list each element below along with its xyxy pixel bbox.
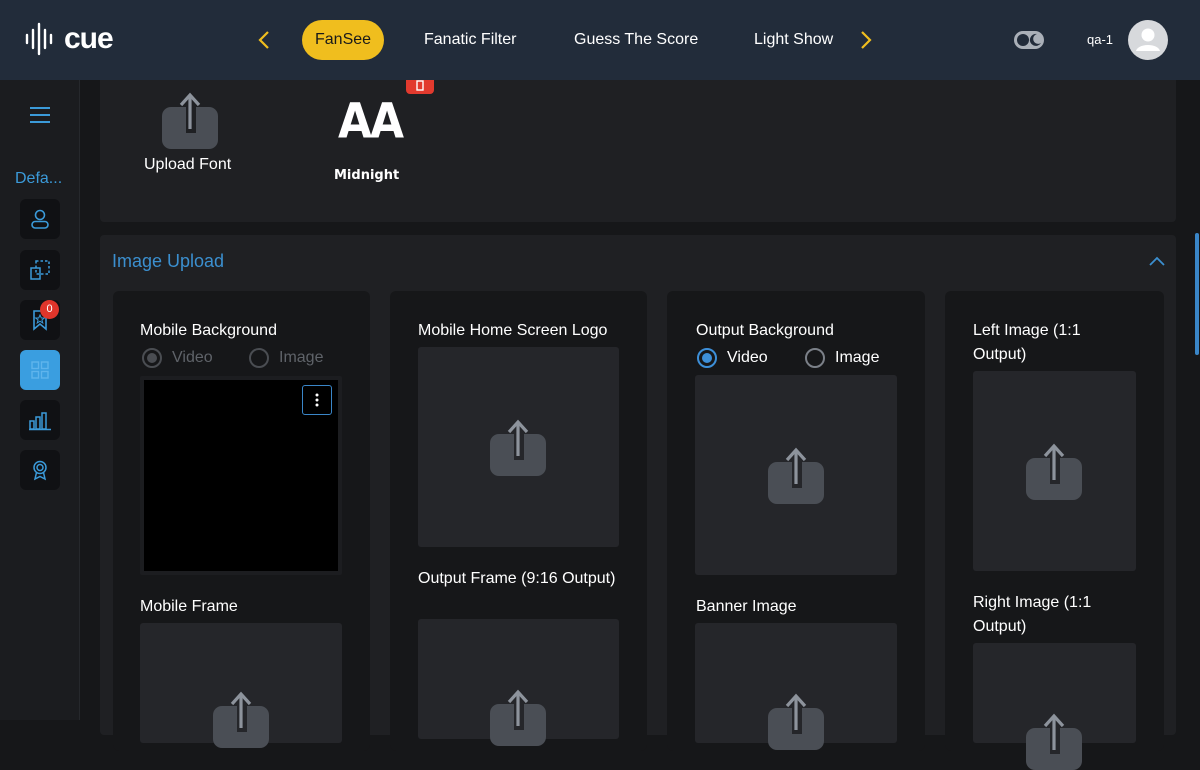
moon-icon <box>1017 33 1041 46</box>
scrollbar-thumb[interactable] <box>1195 233 1199 355</box>
tab-fansee[interactable]: FanSee <box>302 20 385 60</box>
sidebar-item-layout[interactable] <box>20 250 60 290</box>
font-preview[interactable]: AA <box>338 93 404 149</box>
sidebar-item-user[interactable] <box>20 199 60 239</box>
notification-badge: 0 <box>40 300 59 319</box>
upload-icon <box>490 689 546 746</box>
app-logo[interactable]: cue <box>24 22 114 56</box>
sidebar-item-awards[interactable] <box>20 450 60 490</box>
radio-label: Image <box>279 349 324 366</box>
tab-light-show[interactable]: Light Show <box>741 20 846 60</box>
bar-chart-icon <box>29 412 51 431</box>
output-frame-label: Output Frame (9:16 Output) <box>418 570 616 587</box>
mobile-bg-video-radio[interactable]: Video <box>142 348 213 368</box>
sidebar-item-analytics[interactable] <box>20 400 60 440</box>
avatar[interactable] <box>1128 20 1168 60</box>
radio-label: Video <box>727 349 768 366</box>
user-icon <box>1136 28 1160 51</box>
radio-button[interactable] <box>697 348 717 368</box>
logo-text: cue <box>64 22 114 55</box>
grid-icon <box>31 361 49 379</box>
delete-font-button[interactable] <box>406 80 434 94</box>
radio-button[interactable] <box>142 348 162 368</box>
right-image-label: Right Image (1:1 Output) <box>973 594 1092 635</box>
upload-icon <box>213 691 269 748</box>
chevron-up-icon[interactable] <box>1148 254 1166 268</box>
font-name: Midnight <box>334 168 400 183</box>
upload-icon <box>1026 443 1082 500</box>
left-image-label: Left Image (1:1 Output) <box>973 322 1081 363</box>
mobile-home-logo-label: Mobile Home Screen Logo <box>418 322 608 339</box>
more-options-button[interactable] <box>302 385 332 415</box>
radio-label: Image <box>835 349 880 366</box>
radio-button[interactable] <box>805 348 825 368</box>
top-bar: cue FanSee Fanatic Filter Guess The Scor… <box>0 0 1200 80</box>
waveform-icon <box>25 22 53 56</box>
radio-label: Video <box>172 349 213 366</box>
tab-guess-the-score[interactable]: Guess The Score <box>561 20 711 60</box>
upload-icon <box>768 693 824 750</box>
menu-icon[interactable] <box>30 105 50 125</box>
upload-font-label[interactable]: Upload Font <box>144 156 231 174</box>
kebab-icon <box>315 393 319 407</box>
upload-icon <box>490 419 546 476</box>
upload-icon <box>768 447 824 504</box>
user-name[interactable]: qa-1 <box>1087 32 1113 47</box>
sidebar-project-label[interactable]: Defa... <box>15 170 62 188</box>
banner-image-label: Banner Image <box>696 598 797 615</box>
image-upload-title[interactable]: Image Upload <box>112 251 224 272</box>
font-panel <box>100 80 1176 222</box>
tab-fanatic-filter[interactable]: Fanatic Filter <box>411 20 529 60</box>
user-outline-icon <box>31 209 49 229</box>
upload-icon <box>1026 713 1082 770</box>
chevron-left-icon[interactable] <box>254 28 274 52</box>
mobile-bg-image-radio[interactable]: Image <box>249 348 323 368</box>
award-icon <box>33 460 47 481</box>
trash-icon <box>416 80 424 91</box>
mobile-background-label: Mobile Background <box>140 322 277 339</box>
layout-icon <box>30 260 50 280</box>
output-bg-image-radio[interactable]: Image <box>805 348 879 368</box>
chevron-right-icon[interactable] <box>856 28 876 52</box>
upload-font-icon[interactable] <box>162 91 218 149</box>
mobile-frame-label: Mobile Frame <box>140 598 238 615</box>
output-background-label: Output Background <box>696 322 834 339</box>
theme-toggle[interactable] <box>1014 31 1044 49</box>
output-bg-video-radio[interactable]: Video <box>697 348 768 368</box>
sidebar-item-grid[interactable] <box>20 350 60 390</box>
radio-button[interactable] <box>249 348 269 368</box>
